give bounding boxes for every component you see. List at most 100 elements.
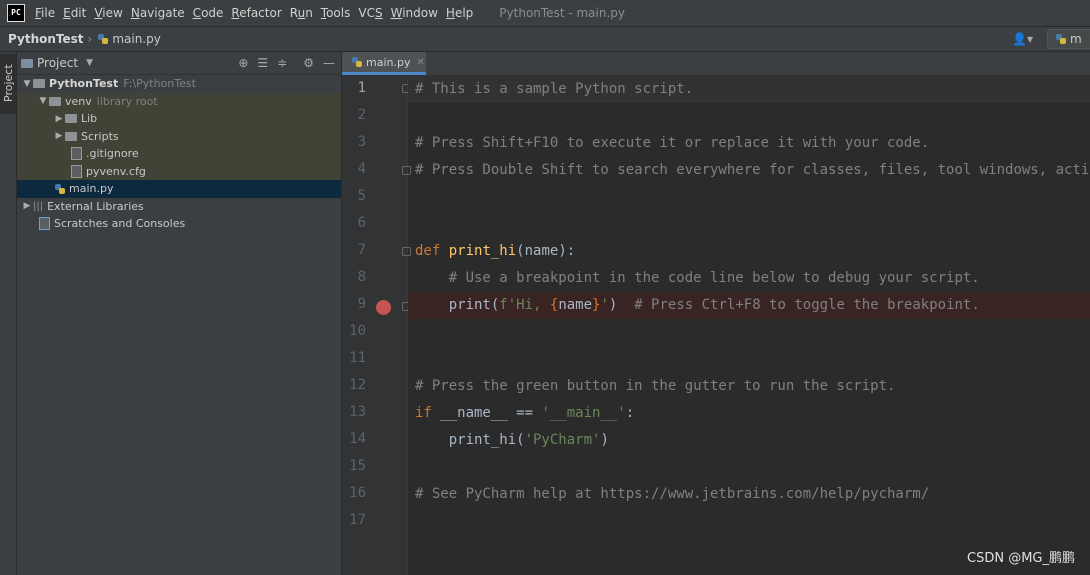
comment: # Press Double Shift to search everywher… <box>415 162 1090 178</box>
line-number: 4 <box>357 161 366 177</box>
tree-item-label: External Libraries <box>47 199 144 213</box>
project-tab-label: Project <box>2 64 15 102</box>
tree-item-scratches[interactable]: Scratches and Consoles <box>17 215 341 233</box>
tree-item-venv[interactable]: ▼ venv library root <box>17 92 341 110</box>
menu-mnemonic: H <box>445 6 455 20</box>
close-icon[interactable]: ✕ <box>416 57 424 68</box>
file-icon <box>71 147 82 161</box>
keyword: if <box>415 405 432 421</box>
line-number: 16 <box>349 485 366 501</box>
breadcrumb-project[interactable]: PythonTest <box>8 32 84 46</box>
line-number: 7 <box>357 242 366 258</box>
menu-run[interactable]: Run <box>290 6 313 20</box>
menu-window[interactable]: Window <box>391 6 438 20</box>
menu-tools[interactable]: Tools <box>321 6 351 20</box>
code-line-9: print(f'Hi, {name}') # Press Ctrl+F8 to … <box>408 292 1090 319</box>
menu-refactor[interactable]: Refactor <box>231 6 281 20</box>
tree-item-external-libraries[interactable]: ▶ ||| External Libraries <box>17 198 341 216</box>
tree-item-pythontest[interactable]: ▼ PythonTest F:\PythonTest <box>17 75 341 93</box>
comment: # This is a sample Python script. <box>415 81 694 97</box>
menu-help[interactable]: Help <box>446 6 473 20</box>
comment: # See PyCharm help at https://www.jetbra… <box>415 486 930 502</box>
menu-file[interactable]: File <box>35 6 55 20</box>
menu-mnemonic: E <box>63 6 71 20</box>
gear-icon[interactable]: ⚙ <box>303 56 314 70</box>
line-number: 6 <box>357 215 366 231</box>
code-line-1: # This is a sample Python script. <box>408 76 1090 103</box>
breakpoint-icon[interactable] <box>376 300 391 315</box>
target-icon[interactable]: ⊕ <box>238 56 248 70</box>
tree-item-scripts[interactable]: ▶ Scripts <box>17 127 341 145</box>
tree-item-label: Scratches and Consoles <box>54 217 186 231</box>
keyword: def <box>415 243 441 259</box>
folder-icon <box>65 131 77 141</box>
menu-mnemonic: W <box>390 6 403 20</box>
folder-icon <box>33 79 45 89</box>
comment: # Press Shift+F10 to execute it or repla… <box>415 135 930 151</box>
chevron-down-icon[interactable]: ▼ <box>37 96 49 106</box>
chevron-down-icon[interactable]: ▼ <box>21 79 33 89</box>
menu-mnemonic: V <box>94 6 103 20</box>
code-editor[interactable]: # This is a sample Python script. # Pres… <box>408 76 1090 575</box>
collapse-all-icon[interactable]: ≑ <box>277 56 287 70</box>
menu-mnemonic: S <box>374 6 383 20</box>
tree-item-gitignore[interactable]: .gitignore <box>17 145 341 163</box>
menu-view[interactable]: View <box>94 6 122 20</box>
line-number: 15 <box>349 458 366 474</box>
chevron-right-icon[interactable]: ▶ <box>21 201 33 211</box>
code-text: ) <box>600 432 609 448</box>
editor-gutter[interactable]: 1 2 3 4 5 6 7 8 9 10 11 12 13 14 15 16 1… <box>342 76 411 575</box>
string: f'Hi, <box>499 297 550 313</box>
code-text: print_hi( <box>415 432 525 448</box>
code-line-3: # Press Shift+F10 to execute it or repla… <box>408 130 1090 157</box>
breadcrumb-file-label: main.py <box>112 32 161 46</box>
tree-item-pyvenv-cfg[interactable]: pyvenv.cfg <box>17 162 341 180</box>
tree-item-label: venv <box>65 94 92 108</box>
menu-bar: PC File Edit View Navigate Code Refactor… <box>0 0 1090 27</box>
chevron-right-icon[interactable]: ▶ <box>53 131 65 141</box>
string: '__main__' <box>541 405 626 421</box>
hide-icon[interactable]: — <box>323 56 335 70</box>
python-file-icon <box>55 183 65 194</box>
line-number: 5 <box>357 188 366 204</box>
code-text: : <box>625 405 635 421</box>
comment: # Use a breakpoint in the code line belo… <box>415 270 980 286</box>
line-number: 10 <box>349 323 366 339</box>
project-view-selector[interactable]: Project ▼ <box>21 56 93 70</box>
menu-navigate[interactable]: Navigate <box>131 6 185 20</box>
user-icon[interactable]: 👤▾ <box>1012 32 1033 46</box>
line-number: 13 <box>349 404 366 420</box>
project-panel-header: Project ▼ ⊕ ☰ ≑ ⚙ — <box>17 52 341 75</box>
folder-icon <box>49 96 61 106</box>
line-number: 14 <box>349 431 366 447</box>
scratches-icon <box>39 217 50 231</box>
libraries-icon: ||| <box>33 200 44 212</box>
menu-edit[interactable]: Edit <box>63 6 86 20</box>
window-title: PythonTest - main.py <box>499 6 625 20</box>
navigation-bar: PythonTest › main.py 👤▾ m <box>0 27 1090 52</box>
tree-item-main-py[interactable]: main.py <box>17 180 341 198</box>
tree-item-label: PythonTest <box>49 77 119 91</box>
line-number: 9 <box>357 296 366 312</box>
breadcrumb-file[interactable]: main.py <box>96 32 161 46</box>
code-line-13: if __name__ == '__main__': <box>408 400 1090 427</box>
string: 'PyCharm' <box>524 432 601 448</box>
tree-item-lib[interactable]: ▶ Lib <box>17 110 341 128</box>
navbar-right-tools: 👤▾ m <box>1012 27 1090 51</box>
tab-label: main.py <box>366 55 411 69</box>
string: ' <box>600 297 609 313</box>
pycharm-logo-icon: PC <box>7 4 25 22</box>
expand-all-icon[interactable]: ☰ <box>257 56 268 70</box>
python-file-icon <box>98 34 109 44</box>
run-configuration-selector[interactable]: m <box>1047 29 1090 49</box>
tab-main-py[interactable]: main.py ✕ <box>342 52 426 75</box>
line-number: 8 <box>357 269 366 285</box>
chevron-right-icon[interactable]: ▶ <box>53 114 65 124</box>
line-number: 12 <box>349 377 366 393</box>
project-panel: Project ▼ ⊕ ☰ ≑ ⚙ — ▼ PythonTest F:\Pyth… <box>17 52 342 575</box>
line-number: 3 <box>357 134 366 150</box>
project-tool-window-tab[interactable]: Project <box>0 54 16 114</box>
code-line-8: # Use a breakpoint in the code line belo… <box>408 265 1090 292</box>
menu-vcs[interactable]: VCS <box>358 6 382 20</box>
menu-code[interactable]: Code <box>193 6 224 20</box>
